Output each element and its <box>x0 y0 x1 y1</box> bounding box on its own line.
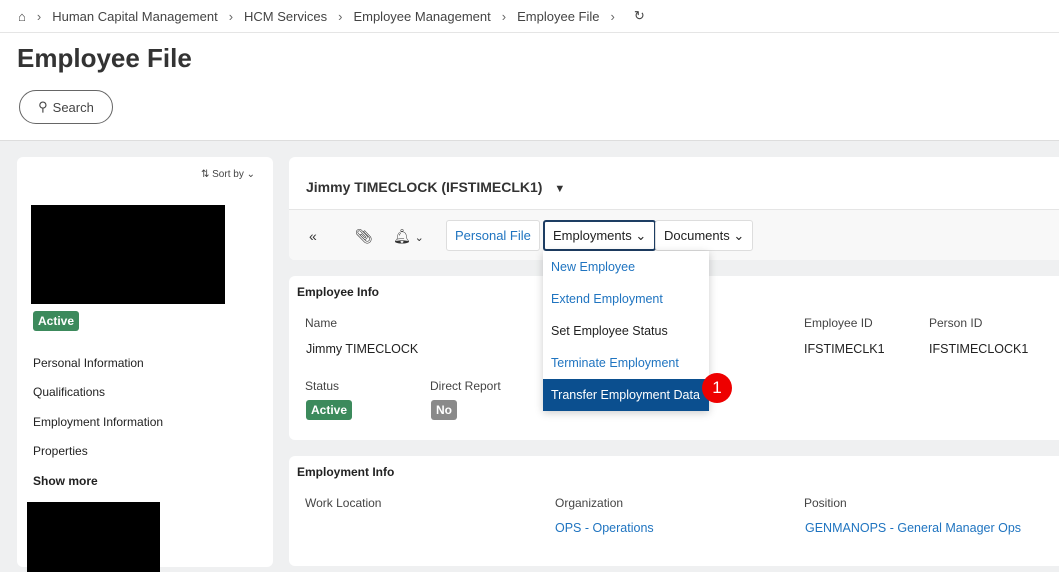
status-badge: Active <box>306 400 353 420</box>
sidebar-item-qualifications[interactable]: Qualifications <box>33 385 105 399</box>
direct-report-label: Direct Report <box>430 379 501 393</box>
menu-item-set-employee-status[interactable]: Set Employee Status <box>543 315 709 347</box>
person-id-value: IFSTIMECLOCK1 <box>929 342 1029 356</box>
step-badge: 1 <box>702 373 732 403</box>
caret-down-icon[interactable]: ▼ <box>554 183 565 195</box>
chevron-right-icon: › <box>36 8 42 24</box>
chevron-right-icon: › <box>338 8 343 24</box>
employee-photo <box>27 502 160 572</box>
collapse-icon[interactable]: « <box>309 228 317 244</box>
page-header: ⌂ › Human Capital Management › HCM Service… <box>0 0 1059 141</box>
search-label: Search <box>52 99 94 115</box>
employee-header: Jimmy TIMECLOCK (IFSTIMECLK1) ▼ « 📎︎ 🔔︎ … <box>289 157 1059 260</box>
documents-label: Documents <box>664 228 730 243</box>
refresh-icon[interactable]: ↻ <box>634 8 645 24</box>
position-label: Position <box>804 496 847 510</box>
search-icon: ⚲ <box>38 99 48 114</box>
show-more-link[interactable]: Show more <box>33 474 98 488</box>
sidebar-item-personal-information[interactable]: Personal Information <box>33 356 144 370</box>
breadcrumb-item[interactable]: Employee Management <box>353 9 490 24</box>
breadcrumb-item[interactable]: HCM Services <box>244 9 327 24</box>
employments-dropdown: New Employee Extend Employment Set Emplo… <box>543 251 709 411</box>
organization-link[interactable]: OPS - Operations <box>555 521 654 535</box>
employments-button[interactable]: Employments ⌄ <box>543 220 657 251</box>
chevron-right-icon: › <box>228 8 234 24</box>
status-badge: Active <box>33 311 80 331</box>
work-location-label: Work Location <box>305 496 382 510</box>
documents-button[interactable]: Documents ⌄ <box>655 220 754 251</box>
employee-name: Jimmy TIMECLOCK (IFSTIMECLK1) <box>306 179 543 195</box>
employee-title[interactable]: Jimmy TIMECLOCK (IFSTIMECLK1) ▼ <box>306 179 565 195</box>
employee-sidebar: ⇅ Sort by ⌄ Active Personal Information … <box>17 157 273 572</box>
direct-report-badge: No <box>431 400 457 420</box>
menu-item-transfer-employment-data[interactable]: Transfer Employment Data <box>543 379 709 411</box>
breadcrumb-item[interactable]: Human Capital Management <box>52 9 217 24</box>
personal-file-button[interactable]: Personal File <box>446 220 540 251</box>
employee-id-label: Employee ID <box>804 316 873 330</box>
menu-item-terminate-employment[interactable]: Terminate Employment <box>543 347 709 379</box>
organization-label: Organization <box>555 496 624 510</box>
employee-photo <box>31 205 225 304</box>
home-icon[interactable]: ⌂ <box>18 9 26 24</box>
menu-item-extend-employment[interactable]: Extend Employment <box>543 283 709 315</box>
name-label: Name <box>305 316 338 330</box>
paperclip-icon[interactable]: 📎︎ <box>355 228 373 245</box>
bell-icon[interactable]: 🔔︎ ⌄ <box>393 228 424 245</box>
sort-label: Sort by <box>212 169 244 180</box>
chevron-right-icon[interactable]: › <box>610 9 614 24</box>
chevron-right-icon: › <box>501 8 507 24</box>
section-title: Employee Info <box>297 285 380 299</box>
sort-by-button[interactable]: ⇅ Sort by ⌄ <box>201 169 255 180</box>
section-title: Employment Info <box>297 465 395 479</box>
page-title: Employee File <box>17 43 192 73</box>
sidebar-item-properties[interactable]: Properties <box>33 444 88 458</box>
breadcrumb-item[interactable]: Employee File <box>517 9 599 24</box>
status-label: Status <box>305 379 340 393</box>
sidebar-item-employment-information[interactable]: Employment Information <box>33 415 163 429</box>
employee-id-value: IFSTIMECLK1 <box>804 342 885 356</box>
name-value: Jimmy TIMECLOCK <box>306 342 419 356</box>
employments-label: Employments <box>553 228 632 243</box>
person-id-label: Person ID <box>929 316 983 330</box>
position-link[interactable]: GENMANOPS - General Manager Ops <box>805 521 1021 535</box>
employment-info-panel: Employment Info Work Location Organizati… <box>289 456 1059 566</box>
search-button[interactable]: ⚲ Search <box>19 90 113 124</box>
menu-item-new-employee[interactable]: New Employee <box>543 251 709 283</box>
breadcrumb: ⌂ › Human Capital Management › HCM Service… <box>0 0 1059 33</box>
